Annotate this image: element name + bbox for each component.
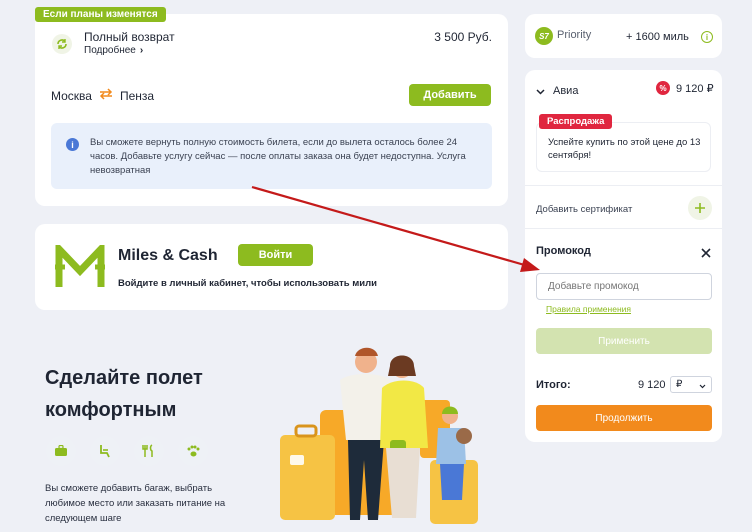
sale-badge: Распродажа [539,114,613,129]
currency-value: ₽ [676,379,683,390]
promo-title-line2: комфортным [45,399,177,421]
refund-price: 3 500 Руб. [434,30,492,44]
route-to: Пенза [119,88,155,103]
miles-card: Miles & Cash Войти Войдите в личный каби… [35,224,508,310]
miles-login-button[interactable]: Войти [238,244,313,266]
miles-logo-icon [55,240,105,294]
refund-more-link[interactable]: Подробнее › [84,45,143,56]
seat-icon [90,436,120,466]
section-title: Авиа [553,85,579,97]
priority-label: Priority [557,29,592,41]
s7-logo-icon: S7 [535,27,553,45]
promo-title-line1: Сделайте полет [45,367,203,389]
total-value: 9 120 [638,379,666,391]
promo-code-input[interactable] [536,273,712,300]
miles-subtitle: Войдите в личный кабинет, чтобы использо… [118,278,377,289]
chevron-down-icon [699,376,706,394]
chevron-down-icon [536,82,545,100]
section-price: 9 120 ₽ [676,83,714,95]
refund-title: Полный возврат [84,30,175,44]
section-header[interactable]: Авиа [536,82,578,100]
refund-badge: Если планы изменятся [35,7,166,22]
info-icon: i [66,138,79,151]
discount-icon: % [656,81,670,95]
info-box: i Вы сможете вернуть полную стоимость би… [51,123,492,189]
sale-text: Успейте купить по этой цене до 13 сентяб… [548,137,701,161]
order-card: Авиа % 9 120 ₽ Распродажа Успейте купить… [525,70,722,442]
priority-info-icon[interactable]: i [701,31,713,43]
continue-button[interactable]: Продолжить [536,405,712,431]
refund-card: Если планы изменятся Полный возврат Подр… [35,7,508,206]
sale-box: Распродажа Успейте купить по этой цене д… [536,114,711,172]
add-refund-button[interactable]: Добавить [409,84,491,106]
promo-description: Вы сможете добавить багаж, выбрать любим… [45,483,226,524]
baggage-icon [46,436,76,466]
promo-title: Сделайте полет комфортным [45,362,203,426]
refresh-icon [52,34,72,54]
apply-promo-button[interactable]: Применить [536,328,712,354]
currency-select[interactable]: ₽ [670,376,712,393]
add-certificate-icon[interactable] [688,196,712,220]
info-text: Вы сможете вернуть полную стоимость биле… [90,137,466,176]
promo-rules-link[interactable]: Правила применения [546,304,631,314]
certificate-row[interactable]: Добавить сертификат [525,185,722,229]
family-illustration [270,340,510,532]
chevron-right-icon: › [139,45,144,56]
total-label: Итого: [536,379,571,391]
close-icon[interactable] [701,245,711,263]
route-from: Москва [51,88,92,103]
meal-icon [134,436,164,466]
route: Москва Пенза [51,88,154,103]
priority-miles: + 1600 миль [626,31,689,43]
certificate-label: Добавить сертификат [536,204,633,215]
miles-title: Miles & Cash [118,247,218,264]
swap-arrows-icon [99,88,113,103]
priority-card: S7 Priority + 1600 миль i [525,14,722,58]
promo-code-title: Промокод [536,245,591,257]
pet-icon [178,436,208,466]
refund-more-label: Подробнее [84,45,136,56]
